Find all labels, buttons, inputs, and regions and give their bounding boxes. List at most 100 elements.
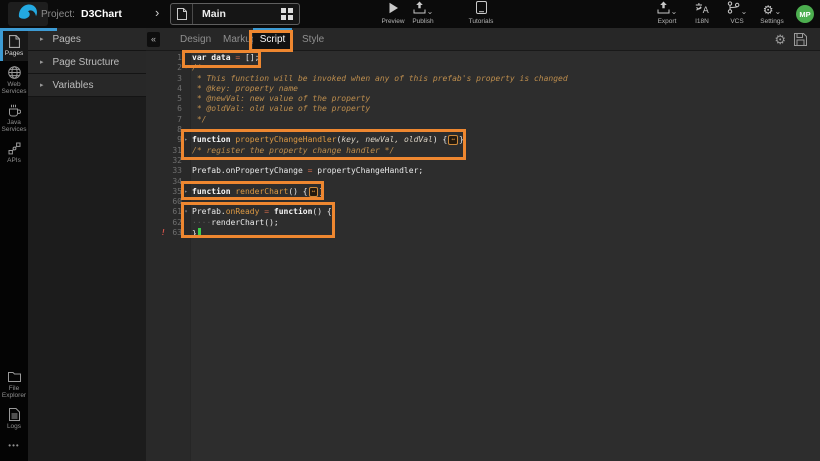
code-line[interactable]: 62 ····renderChart(); xyxy=(146,218,820,228)
code-line[interactable]: !63} xyxy=(146,228,820,238)
code-line[interactable]: 8 xyxy=(146,125,820,135)
topbar-action-label: Settings xyxy=(760,18,784,25)
code-fold-widget[interactable]: ↔ xyxy=(309,187,319,197)
code-text: * This function will be invoked when any… xyxy=(190,74,568,84)
java-services-icon xyxy=(1,104,27,117)
line-number: 4 xyxy=(146,84,182,94)
tab-design[interactable]: Design xyxy=(180,28,211,51)
code-text xyxy=(190,156,192,166)
code-line[interactable]: 3 * This function will be invoked when a… xyxy=(146,74,820,84)
line-number: 1 xyxy=(146,53,182,63)
sidebar-item-logs[interactable]: Logs xyxy=(0,403,28,434)
sidebar-item-label: Pages xyxy=(1,50,27,57)
line-number: 33 xyxy=(146,166,182,176)
topbar-action-vcs[interactable]: ⌄VCS xyxy=(722,3,752,25)
tab-markup[interactable]: Markup xyxy=(223,28,256,51)
fold-gutter xyxy=(182,104,190,114)
line-number: 2 xyxy=(146,63,182,73)
topbar-action-settings[interactable]: ⚙⌄Settings xyxy=(757,3,787,25)
fold-gutter xyxy=(182,115,190,125)
sidebar-item-java-services[interactable]: Java Services xyxy=(0,99,28,137)
pages-icon xyxy=(1,35,27,48)
topbar-action-label: Tutorials xyxy=(469,18,494,25)
collapse-panel-button[interactable]: « xyxy=(147,32,160,47)
left-icon-bar: Pages Web Services Java Services APIs File … xyxy=(0,28,28,461)
line-number: 32 xyxy=(146,156,182,166)
vcs-icon xyxy=(727,1,740,19)
user-avatar[interactable]: MP xyxy=(796,5,814,23)
code-text: var data = []; xyxy=(190,53,259,63)
icon-bar-bottom-group: File ExplorerLogs••• xyxy=(0,365,28,456)
sidebar-item-file-explorer[interactable]: File Explorer xyxy=(0,365,28,403)
code-line[interactable]: 32 xyxy=(146,156,820,166)
section-arrow-icon: ▸ xyxy=(40,81,44,89)
tab-style[interactable]: Style xyxy=(302,28,324,51)
page-tab-main[interactable]: Main xyxy=(170,3,300,25)
wavemaker-logo-icon xyxy=(17,2,39,27)
upload-icon xyxy=(657,1,670,19)
code-text: * @key: property name xyxy=(190,84,298,94)
line-number: 62 xyxy=(146,218,182,228)
code-text xyxy=(190,125,192,135)
fold-closed-icon[interactable]: ▸ xyxy=(182,187,190,197)
icon-bar-top-group: Pages Web Services Java Services APIs xyxy=(0,30,28,168)
line-number: 9 xyxy=(146,135,182,145)
fold-gutter xyxy=(182,53,190,63)
code-line[interactable]: 60 xyxy=(146,197,820,207)
script-code-editor[interactable]: 1var data = [];2▾/*3 * This function wil… xyxy=(146,51,820,461)
code-text: } xyxy=(190,228,201,238)
page-tab-label: Main xyxy=(193,8,275,20)
topbar-action-preview[interactable]: Preview xyxy=(378,3,408,25)
editor-tab-bar: « ⚙ Design MarkupScript Style xyxy=(146,28,820,51)
code-line[interactable]: 34 xyxy=(146,177,820,187)
sidebar-item-more[interactable]: ••• xyxy=(0,434,28,456)
panel-section-pages[interactable]: ▸Pages xyxy=(28,28,146,51)
widgets-grid-icon[interactable] xyxy=(275,8,299,20)
code-text: /* xyxy=(190,63,202,73)
dropdown-arrow-icon: ⌄ xyxy=(427,9,434,15)
sidebar-item-pages[interactable]: Pages xyxy=(0,30,28,61)
fold-closed-icon[interactable]: ▸ xyxy=(182,135,190,145)
fold-open-icon[interactable]: ▾ xyxy=(182,63,190,73)
fold-gutter xyxy=(182,84,190,94)
code-line[interactable]: 35▸function renderChart() {↔} xyxy=(146,187,820,197)
sidebar-item-apis[interactable]: APIs xyxy=(0,137,28,168)
code-text: * @oldVal: old value of the property xyxy=(190,104,370,114)
fold-open-icon[interactable]: ▾ xyxy=(182,207,190,217)
code-line[interactable]: 33 Prefab.onPropertyChange = propertyChan… xyxy=(146,166,820,176)
line-number: 5 xyxy=(146,94,182,104)
sidebar-item-web-services[interactable]: Web Services xyxy=(0,61,28,99)
code-line[interactable]: 2▾/* xyxy=(146,63,820,73)
code-text: Prefab.onPropertyChange = propertyChange… xyxy=(190,166,423,176)
topbar-action-tutorials[interactable]: Tutorials xyxy=(466,3,496,25)
code-text: function propertyChangeHandler(key, newV… xyxy=(190,135,464,145)
code-line[interactable]: 6 * @oldVal: old value of the property xyxy=(146,104,820,114)
code-line[interactable]: 61▾Prefab.onReady = function() { xyxy=(146,207,820,217)
code-line[interactable]: 9▸function propertyChangeHandler(key, ne… xyxy=(146,135,820,145)
topbar-action-publish[interactable]: ⌄Publish xyxy=(408,3,438,25)
play-icon xyxy=(388,1,399,19)
panel-section-variables[interactable]: ▸Variables xyxy=(28,74,146,97)
code-line[interactable]: 4 * @key: property name xyxy=(146,84,820,94)
code-text: ····renderChart(); xyxy=(190,218,279,228)
save-icon[interactable] xyxy=(794,33,807,51)
fold-gutter xyxy=(182,146,190,156)
tutorials-icon xyxy=(476,1,487,19)
tab-script[interactable]: Script xyxy=(253,28,292,51)
fold-gutter xyxy=(182,125,190,135)
svg-text:A: A xyxy=(702,6,709,14)
code-line[interactable]: 5 * @newVal: new value of the property xyxy=(146,94,820,104)
code-text: * @newVal: new value of the property xyxy=(190,94,370,104)
topbar-action-i18n[interactable]: AI18N xyxy=(687,3,717,25)
code-line[interactable]: 7 */ xyxy=(146,115,820,125)
line-number: 61 xyxy=(146,207,182,217)
sidebar-item-label: Java Services xyxy=(1,119,27,133)
code-line[interactable]: 31/* register the property change handle… xyxy=(146,146,820,156)
panel-section-page-structure[interactable]: ▸Page Structure xyxy=(28,51,146,74)
topbar-action-export[interactable]: ⌄Export xyxy=(652,3,682,25)
code-line[interactable]: 1 var data = []; xyxy=(146,53,820,63)
code-fold-widget[interactable]: ↔ xyxy=(448,135,458,145)
line-number: 35 xyxy=(146,187,182,197)
file-explorer-icon xyxy=(1,370,27,383)
editor-settings-gear-icon[interactable]: ⚙ xyxy=(774,31,786,48)
